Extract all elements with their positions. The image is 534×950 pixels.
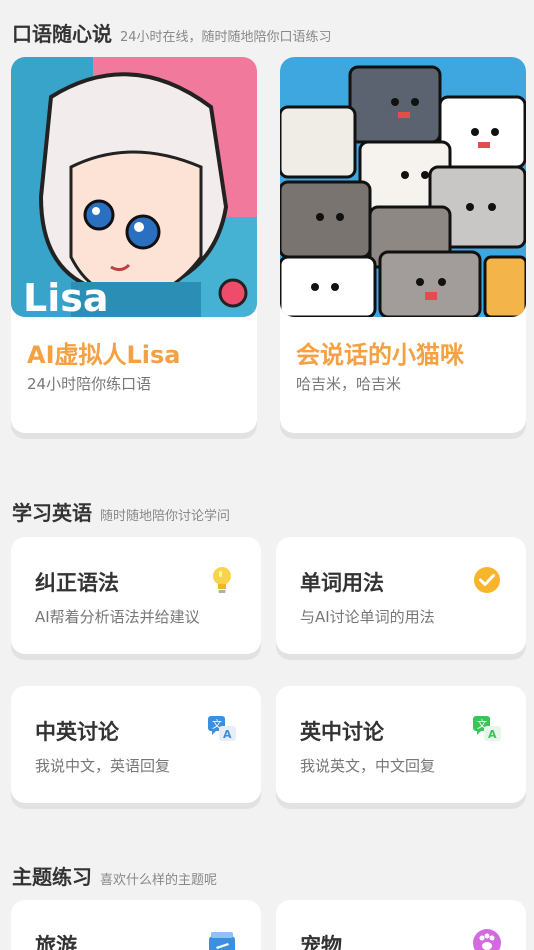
section-title: 口语随心说 <box>12 22 112 46</box>
tile-title: 纠正语法 <box>35 571 119 595</box>
section-title: 学习英语 <box>12 501 92 525</box>
travel-theme-tile[interactable]: 旅游 <box>11 900 261 950</box>
tile-subtitle: 与AI讨论单词的用法 <box>300 608 435 626</box>
section-subtitle: 喜欢什么样的主题呢 <box>100 873 218 888</box>
translate-icon: 文 A <box>473 716 501 741</box>
english-chinese-discussion-tile[interactable]: 英中讨论 我说英文，中文回复 文 A <box>276 686 526 803</box>
paw-icon <box>473 929 501 950</box>
tile-subtitle: AI帮着分析语法并给建议 <box>35 608 200 626</box>
cat-card[interactable]: 会说话的小猫咪 哈吉米，哈吉米 <box>280 57 526 433</box>
speak-section-header: 口语随心说 24小时在线，随时随地陪你口语练习 <box>12 18 332 47</box>
lisa-badge-text: Lisa <box>23 276 109 317</box>
word-usage-tile[interactable]: 单词用法 与AI讨论单词的用法 <box>276 537 526 654</box>
svg-text:A: A <box>488 728 497 741</box>
tile-title: 宠物 <box>300 934 342 950</box>
tile-title: 旅游 <box>35 934 77 950</box>
card-title: AI虚拟人Lisa <box>27 341 181 369</box>
tile-title: 中英讨论 <box>35 720 119 744</box>
theme-section-header: 主题练习 喜欢什么样的主题呢 <box>12 861 217 890</box>
lisa-avatar-image: Lisa <box>11 57 257 317</box>
lightbulb-icon <box>213 567 231 593</box>
card-subtitle: 24小时陪你练口语 <box>27 375 152 393</box>
tile-title: 单词用法 <box>300 571 384 595</box>
translate-icon: 文 A <box>208 716 236 741</box>
card-subtitle: 哈吉米，哈吉米 <box>296 375 402 393</box>
lisa-card[interactable]: Lisa AI虚拟人Lisa 24小时陪你练口语 <box>11 57 257 433</box>
pet-theme-tile[interactable]: 宠物 <box>276 900 526 950</box>
chinese-english-discussion-tile[interactable]: 中英讨论 我说中文，英语回复 文 A <box>11 686 261 803</box>
section-subtitle: 24小时在线，随时随地陪你口语练习 <box>120 30 332 45</box>
tile-subtitle: 我说中文，英语回复 <box>35 757 171 775</box>
study-section-header: 学习英语 随时随地陪你讨论学问 <box>12 497 230 526</box>
grammar-correction-tile[interactable]: 纠正语法 AI帮着分析语法并给建议 <box>11 537 261 654</box>
section-title: 主题练习 <box>12 865 92 889</box>
tile-subtitle: 我说英文，中文回复 <box>300 757 436 775</box>
card-title: 会说话的小猫咪 <box>296 341 464 369</box>
cat-pile-image <box>280 57 526 317</box>
tile-title: 英中讨论 <box>300 720 384 744</box>
svg-text:A: A <box>223 728 232 741</box>
section-subtitle: 随时随地陪你讨论学问 <box>100 509 231 524</box>
check-circle-icon <box>474 567 500 593</box>
airplane-icon <box>209 932 235 950</box>
